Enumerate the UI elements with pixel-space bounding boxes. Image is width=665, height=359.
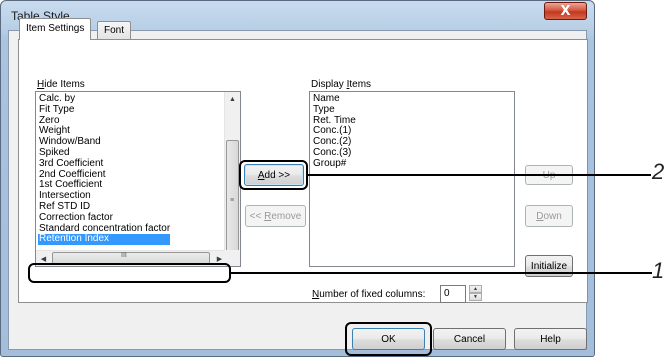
fixed-columns-input[interactable]: 0 (440, 285, 466, 303)
scrollbar-corner (224, 250, 240, 266)
display-items-label-text: tems (349, 79, 372, 90)
callout-line-1 (231, 272, 652, 274)
down-button[interactable]: Down (525, 205, 573, 227)
callout-line-2 (308, 174, 651, 176)
callout-number-1: 1 (652, 258, 665, 283)
scroll-up-icon[interactable]: ▲ (225, 92, 240, 107)
horizontal-scroll-thumb[interactable]: III (52, 252, 210, 265)
cancel-button-label: Cancel (453, 333, 486, 345)
tab-font[interactable]: Font (97, 21, 132, 39)
fixed-columns-spinner[interactable]: ▲ ▼ (469, 285, 482, 301)
fixed-columns-label: Number of fixed columns: (312, 289, 425, 300)
help-button-label: Help (540, 333, 561, 345)
hide-items-label-text: ide Items (44, 79, 85, 90)
display-items-label: Display Items (311, 79, 371, 90)
cancel-button[interactable]: Cancel (433, 328, 506, 350)
hide-items-vertical-scrollbar[interactable]: ▲ ≡ (224, 92, 240, 262)
list-item[interactable]: 3rd Coefficient (38, 158, 170, 170)
add-button-label: dd >> (264, 169, 291, 181)
display-items-list: Name Type Ret. Time Conc.(1) Conc.(2) Conc.(3… (312, 93, 356, 170)
hide-items-label: Hide Items (37, 79, 85, 90)
list-item[interactable]: Correction factor (38, 212, 170, 224)
hide-items-horizontal-scrollbar[interactable]: ◀ III ▶ (36, 250, 224, 266)
tab-item-settings-label: Item Settings (26, 23, 85, 34)
display-items-listbox[interactable]: Name Type Ret. Time Conc.(1) Conc.(2) Conc.(3… (309, 91, 515, 267)
spin-down-icon[interactable]: ▼ (469, 293, 482, 301)
ok-button-label: OK (381, 333, 396, 345)
close-button[interactable]: X (544, 2, 587, 20)
down-button-accel: D (536, 210, 544, 222)
down-button-label: own (543, 210, 562, 222)
scroll-thumb[interactable]: ≡ (226, 140, 239, 262)
callout-number-2: 2 (652, 159, 665, 184)
tab-item-settings[interactable]: Item Settings (19, 18, 92, 40)
close-icon: X (560, 3, 571, 19)
list-item[interactable]: Type (312, 104, 356, 116)
spin-up-icon[interactable]: ▲ (469, 285, 482, 293)
thumb-grip-icon: ≡ (230, 197, 235, 204)
list-item[interactable]: Retention Index (38, 234, 171, 246)
scroll-left-icon[interactable]: ◀ (36, 251, 51, 266)
fixed-columns-value: 0 (444, 288, 450, 299)
remove-button-accel: R (264, 210, 272, 222)
thumb-grip-icon: III (121, 252, 127, 259)
list-item[interactable]: Fit Type (38, 104, 170, 116)
add-button[interactable]: Add >> (244, 164, 304, 186)
list-item[interactable]: Group# (312, 158, 356, 170)
fixed-columns-label-text: umber of fixed columns: (319, 289, 426, 300)
remove-button-prefix: << (249, 210, 265, 222)
ok-button[interactable]: OK (352, 328, 425, 350)
hide-items-list: Calc. by Fit Type Zero Weight Window/Band Spi… (38, 93, 171, 246)
display-items-label-prefix: Display (311, 79, 347, 90)
remove-button-label: emove (271, 210, 302, 222)
remove-button[interactable]: << Remove (245, 205, 306, 227)
help-button[interactable]: Help (514, 328, 587, 350)
tab-font-label: Font (104, 25, 125, 36)
hide-items-listbox[interactable]: Calc. by Fit Type Zero Weight Window/Band Spi… (35, 91, 241, 267)
add-button-accel: A (257, 169, 265, 181)
initialize-button-label: Initialize (530, 260, 568, 272)
